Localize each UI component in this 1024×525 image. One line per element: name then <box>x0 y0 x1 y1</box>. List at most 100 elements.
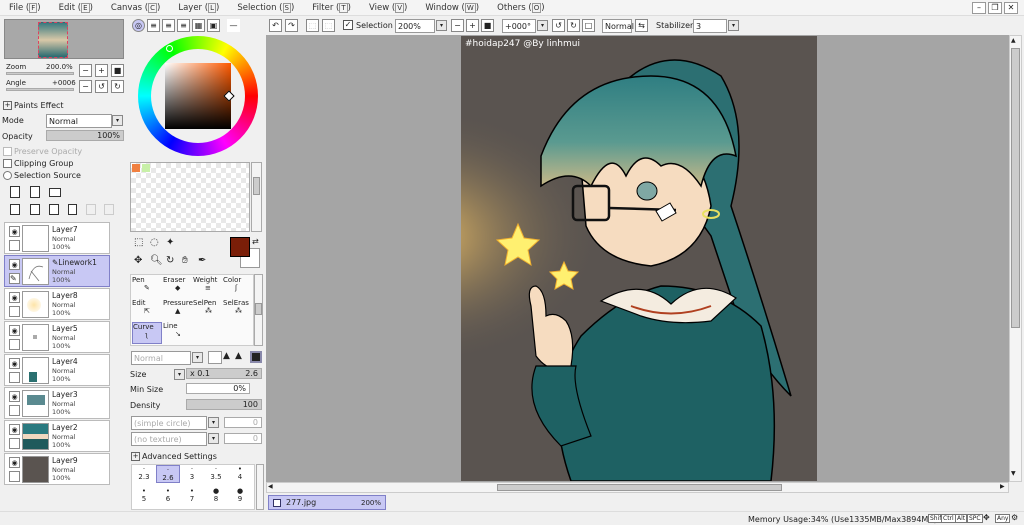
toolbar-rotate-reset-button[interactable]: □ <box>582 19 595 32</box>
move-icon[interactable]: ✥ <box>134 255 142 266</box>
canvas-viewport[interactable]: #hoidap247 @By linhmui <box>266 35 1009 482</box>
angle-select-dropdown-icon[interactable]: ▾ <box>537 20 548 31</box>
toolbar-rotate-left-button[interactable]: ↺ <box>552 19 565 32</box>
eye-icon[interactable]: ◉ <box>9 226 20 237</box>
menu-others[interactable]: Others (O) <box>488 2 553 13</box>
swatch-orange[interactable] <box>132 164 140 172</box>
layer-select-checkbox[interactable] <box>9 471 20 482</box>
main-color-swatch[interactable] <box>230 237 250 257</box>
zoom-slider[interactable] <box>6 72 74 75</box>
layer-item[interactable]: ◉ Layer3 Normal 100% <box>4 387 110 419</box>
scroll-down-icon[interactable]: ▼ <box>1011 470 1016 477</box>
eyedropper-icon[interactable]: ✒ <box>198 255 206 266</box>
menu-file[interactable]: File (F) <box>0 2 50 13</box>
restore-button[interactable]: ❐ <box>988 1 1002 14</box>
size-preset[interactable]: • 6 <box>156 487 180 505</box>
menu-edit[interactable]: Edit (E) <box>50 2 102 13</box>
layer-item[interactable]: ◉ Layer7 Normal 100% <box>4 222 110 254</box>
brush-shape-round-icon[interactable]: ▲ <box>235 351 242 361</box>
opacity-slider[interactable]: 100% <box>46 130 124 141</box>
size-preset[interactable]: • 5 <box>132 487 156 505</box>
scroll-left-icon[interactable]: ◀ <box>268 483 273 490</box>
hsv-slider-tab[interactable]: ≡ <box>162 19 175 32</box>
brush-blend-select[interactable]: Normal <box>131 351 191 365</box>
brush-shape-dropdown-icon[interactable]: ▾ <box>208 417 219 428</box>
selection-source-checkbox[interactable] <box>3 171 12 180</box>
tool-weight[interactable]: Weight ≡ <box>193 276 223 298</box>
size-preset[interactable]: · 2.3 <box>132 465 156 483</box>
tool-selpen[interactable]: SelPen ⁂ <box>193 299 223 321</box>
saturation-value-square[interactable] <box>165 63 231 129</box>
layer-item[interactable]: ◉ Layer4 Normal 100% <box>4 354 110 386</box>
rect-select-icon[interactable]: ⬚ <box>134 237 143 248</box>
color-wheel[interactable] <box>138 36 258 156</box>
layer-item[interactable]: ◉ Layer5 Normal 100% <box>4 321 110 353</box>
rgb-slider-tab[interactable]: ≡ <box>147 19 160 32</box>
layer-item[interactable]: ◉ Layer2 Normal 100% <box>4 420 110 452</box>
tool-line[interactable]: Line ↘ <box>163 322 193 344</box>
new-folder-icon[interactable] <box>49 188 61 197</box>
hand-icon[interactable]: ✋︎ <box>182 255 188 266</box>
menu-layer[interactable]: Layer (L) <box>169 2 228 13</box>
layer-select-checkbox[interactable] <box>9 240 20 251</box>
view-blend-select[interactable]: Normal <box>602 19 634 33</box>
vertical-scroll-thumb[interactable] <box>1011 48 1020 328</box>
menu-view[interactable]: View (V) <box>360 2 416 13</box>
eye-icon[interactable]: ◉ <box>9 292 20 303</box>
delete-layer-icon[interactable] <box>68 204 77 215</box>
eye-icon[interactable]: ◉ <box>9 358 20 369</box>
merge-down-icon[interactable] <box>30 204 40 215</box>
angle-slider[interactable] <box>6 88 74 91</box>
min-size-slider[interactable]: 0% <box>186 383 250 394</box>
tool-seleras[interactable]: SelEras ⁂ <box>223 299 253 321</box>
brush-shape-strength[interactable]: 0 <box>224 417 262 428</box>
eye-icon[interactable]: ◉ <box>9 325 20 336</box>
layer-select-checkbox[interactable] <box>9 405 20 416</box>
swatch-lime[interactable] <box>142 164 150 172</box>
eye-icon[interactable]: ◉ <box>9 391 20 402</box>
brush-shape-select[interactable]: (simple circle) <box>131 416 207 430</box>
magic-wand-icon[interactable]: ✦ <box>166 237 174 248</box>
size-preset[interactable]: · 3.5 <box>204 465 228 483</box>
swatches-tab[interactable]: ▦ <box>192 19 205 32</box>
eye-icon[interactable]: ◉ <box>9 457 20 468</box>
undo-button[interactable]: ↶ <box>269 19 282 32</box>
hue-marker[interactable] <box>166 45 173 52</box>
scroll-up-icon[interactable]: ▲ <box>1011 37 1016 44</box>
clear-layer-icon[interactable] <box>49 204 59 215</box>
size-preset-active[interactable]: · 2.6 <box>156 465 180 483</box>
menu-window[interactable]: Window (W) <box>416 2 488 13</box>
tool-eraser[interactable]: Eraser ◆ <box>163 276 193 298</box>
clipping-group-checkbox[interactable] <box>3 159 12 168</box>
toolbar-rotate-right-button[interactable]: ↻ <box>567 19 580 32</box>
pen-edit-icon[interactable]: ✎ <box>9 273 20 284</box>
layer-select-checkbox[interactable] <box>9 339 20 350</box>
tool-edit[interactable]: Edit ⇱ <box>132 299 162 321</box>
brush-blend-dropdown-icon[interactable]: ▾ <box>192 352 203 363</box>
layer-item[interactable]: ◉ Layer9 Normal 100% <box>4 453 110 485</box>
zoom-in-button[interactable]: + <box>95 64 108 77</box>
zoom-reset-button[interactable]: ■ <box>111 64 124 77</box>
menu-canvas[interactable]: Canvas (C) <box>102 2 169 13</box>
layer-select-checkbox[interactable] <box>9 306 20 317</box>
menu-filter[interactable]: Filter (T) <box>303 2 360 13</box>
brush-shape-hard-icon[interactable] <box>250 351 262 363</box>
tool-curve[interactable]: Curve ʅ <box>132 322 162 344</box>
tool-color[interactable]: Color ʃ <box>223 276 253 298</box>
layer-item[interactable]: ◉ Layer8 Normal 100% <box>4 288 110 320</box>
swatch-grid[interactable] <box>130 162 250 232</box>
swap-colors-icon[interactable]: ⇄ <box>252 237 259 246</box>
rotate-left-button[interactable]: ↺ <box>95 80 108 93</box>
settings-icon[interactable]: ⚙ <box>1011 513 1018 522</box>
brush-shape-soft-icon[interactable]: ▲ <box>223 351 230 361</box>
rotate-reset-button[interactable]: − <box>79 80 92 93</box>
scroll-right-icon[interactable]: ▶ <box>1000 483 1005 490</box>
invert-selection-button[interactable]: ⬚ <box>322 19 335 32</box>
layer-select-checkbox[interactable] <box>9 372 20 383</box>
horizontal-scroll-thumb[interactable] <box>497 484 782 491</box>
brush-shape-flat-icon[interactable] <box>208 351 222 364</box>
scratchpad-tab[interactable]: ▣ <box>207 19 220 32</box>
color-wheel-tab[interactable]: ◎ <box>132 19 145 32</box>
zoom-select-dropdown-icon[interactable]: ▾ <box>436 20 447 31</box>
new-linework-icon[interactable] <box>30 186 40 198</box>
